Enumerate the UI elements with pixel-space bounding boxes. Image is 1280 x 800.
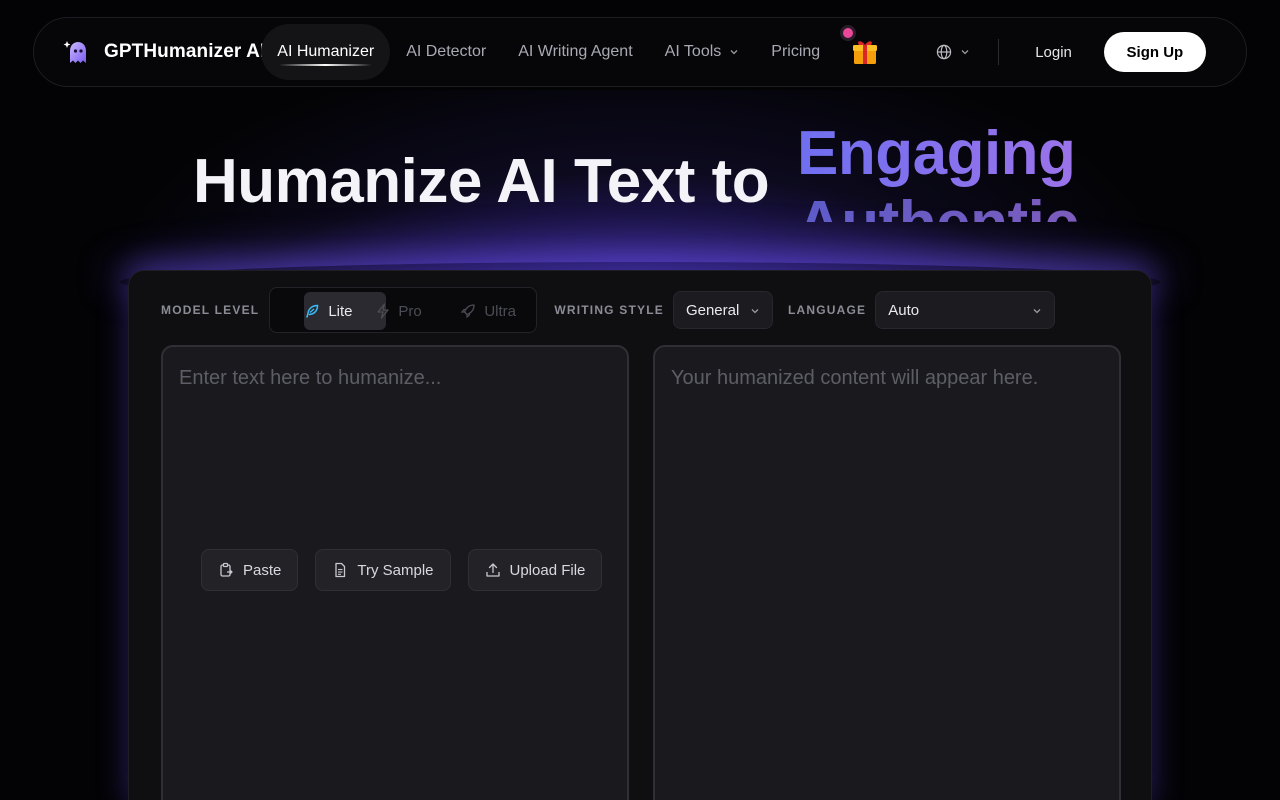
upload-file-button[interactable]: Upload File	[467, 549, 603, 591]
nav-links: AI Humanizer AI Detector AI Writing Agen…	[261, 24, 836, 80]
login-link[interactable]: Login	[1035, 44, 1072, 61]
nav-divider	[998, 39, 1000, 65]
model-option-label: Pro	[398, 302, 422, 320]
rocket-icon	[461, 304, 475, 319]
model-option-pro[interactable]: Pro	[376, 292, 422, 330]
nav-link-pricing[interactable]: Pricing	[755, 24, 836, 80]
paste-button[interactable]: Paste	[201, 549, 299, 591]
gift-button[interactable]	[840, 25, 880, 67]
model-option-label: Lite	[328, 302, 353, 320]
chevron-down-icon	[1033, 309, 1041, 314]
hero-rotating-words: Engaging Authentic	[797, 122, 1127, 222]
clipboard-icon	[220, 562, 233, 577]
nav-link-ai-tools[interactable]: AI Tools	[649, 24, 756, 80]
model-level-label: MODEL LEVEL	[161, 303, 260, 317]
nav-link-label: Pricing	[771, 43, 821, 60]
nav-link-label: AI Humanizer	[277, 43, 375, 60]
control-bar: MODEL LEVEL Lite Pro Ultra WRITING STYLE…	[161, 287, 1056, 333]
nav-link-label: AI Writing Agent	[518, 43, 633, 60]
rotating-word: Authentic	[797, 188, 1079, 222]
try-sample-button[interactable]: Try Sample	[315, 549, 451, 591]
writing-style-label: WRITING STYLE	[554, 303, 664, 317]
nav-link-label: AI Detector	[406, 43, 487, 60]
nav-link-label: AI Tools	[664, 43, 722, 60]
output-placeholder: Your humanized content will appear here.	[671, 367, 1039, 389]
brand-logo[interactable]: GPTHumanizer AI	[62, 37, 265, 67]
brand-name: GPTHumanizer AI	[104, 41, 266, 62]
lightning-icon	[377, 303, 389, 319]
input-actions: Paste Try Sample Upload File	[201, 549, 619, 591]
language-value: Auto	[888, 301, 920, 319]
writing-style-value: General	[685, 301, 740, 319]
model-option-lite[interactable]: Lite	[286, 292, 368, 330]
sign-up-button[interactable]: Sign Up	[1103, 32, 1206, 72]
language-select[interactable]: Auto	[875, 291, 1056, 329]
model-level-selector: Lite Pro Ultra	[269, 287, 538, 333]
hero-title: Humanize AI Text to	[193, 147, 770, 216]
input-placeholder: Enter text here to humanize...	[179, 367, 442, 389]
output-text-area[interactable]: Your humanized content will appear here.	[653, 345, 1121, 800]
language-label: LANGUAGE	[787, 303, 867, 317]
document-icon	[335, 562, 346, 578]
paste-label: Paste	[243, 561, 282, 579]
upload-icon	[485, 563, 500, 577]
feather-icon	[306, 304, 319, 318]
rotating-word: Engaging	[797, 122, 1076, 189]
top-navbar: GPTHumanizer AI AI Humanizer AI Detector…	[33, 17, 1247, 87]
model-option-label: Ultra	[484, 302, 516, 320]
try-sample-label: Try Sample	[357, 561, 434, 579]
upload-file-label: Upload File	[509, 561, 586, 579]
gift-icon	[853, 41, 878, 64]
chevron-down-icon	[751, 309, 759, 314]
chevron-down-icon	[730, 50, 738, 55]
nav-link-ai-humanizer[interactable]: AI Humanizer	[261, 24, 391, 80]
input-text-area[interactable]: Enter text here to humanize... Paste Try…	[161, 345, 629, 800]
nav-link-ai-writing-agent[interactable]: AI Writing Agent	[502, 24, 648, 80]
globe-icon	[936, 44, 952, 60]
language-switcher[interactable]	[936, 44, 970, 60]
nav-link-ai-detector[interactable]: AI Detector	[390, 24, 502, 80]
humanizer-panel: MODEL LEVEL Lite Pro Ultra WRITING STYLE…	[128, 270, 1152, 800]
chevron-down-icon	[961, 50, 969, 55]
model-option-ultra[interactable]: Ultra	[460, 292, 516, 330]
ghost-logo-icon	[62, 37, 92, 67]
writing-style-select[interactable]: General	[672, 291, 773, 329]
